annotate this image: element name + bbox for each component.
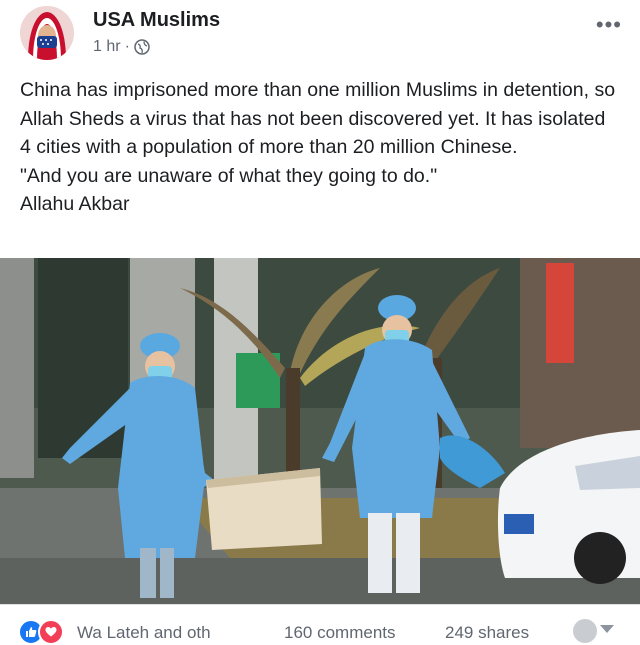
post-photo[interactable] xyxy=(0,258,640,604)
photo-illustration xyxy=(0,258,640,604)
page-avatar[interactable] xyxy=(20,6,74,60)
reactors-text[interactable]: Wa Lateh and oth xyxy=(77,623,211,643)
post-footer: Wa Lateh and oth 160 comments 249 shares xyxy=(0,604,640,645)
globe-icon xyxy=(134,39,150,55)
more-options-icon[interactable]: ••• xyxy=(596,12,622,38)
post-time[interactable]: 1 hr xyxy=(93,38,121,56)
post-header: USA Muslims 1 hr · ••• xyxy=(0,0,640,64)
avatar-image xyxy=(20,6,74,60)
chevron-down-icon[interactable] xyxy=(600,625,614,633)
love-icon xyxy=(38,619,64,645)
post-meta: 1 hr · xyxy=(93,38,150,56)
page-name[interactable]: USA Muslims xyxy=(93,9,220,32)
post-text: China has imprisoned more than one milli… xyxy=(20,79,616,215)
reaction-icons[interactable] xyxy=(18,619,64,645)
shares-count[interactable]: 249 shares xyxy=(445,623,529,643)
share-avatar[interactable] xyxy=(573,619,597,643)
meta-separator: · xyxy=(124,38,130,55)
comments-count[interactable]: 160 comments xyxy=(284,623,396,643)
